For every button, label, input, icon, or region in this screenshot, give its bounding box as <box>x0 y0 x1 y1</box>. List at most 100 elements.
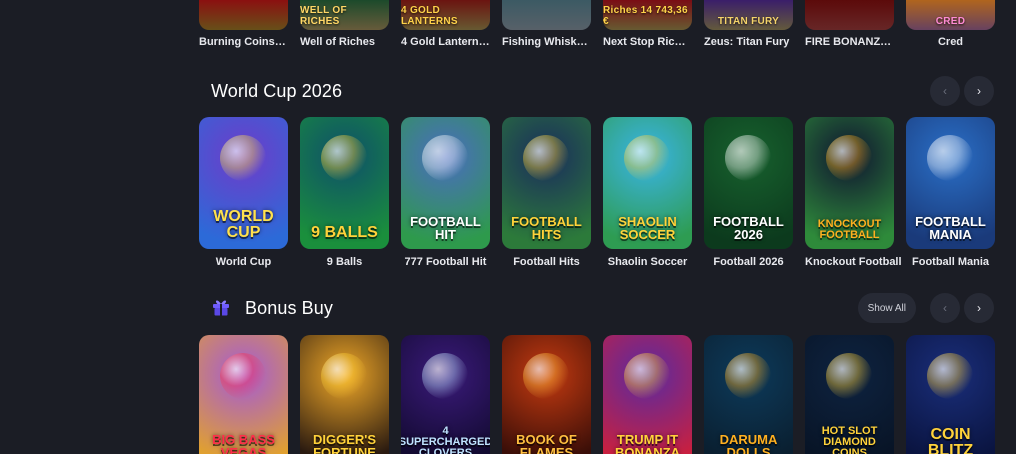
game-tile[interactable]: FOOTBALL MANIA Football Mania <box>906 117 995 268</box>
game-tile[interactable]: WORLD CUP World Cup <box>199 117 288 268</box>
game-thumbnail[interactable] <box>805 0 894 30</box>
game-tile[interactable]: CRED Cred <box>906 0 995 48</box>
game-title: World Cup <box>215 256 272 268</box>
game-art-orb <box>523 353 569 399</box>
game-title: Cred <box>937 36 964 48</box>
game-thumbnail[interactable]: WORLD CUP <box>199 117 288 249</box>
game-art-orb <box>927 135 973 181</box>
game-tile[interactable]: BOOK OF FLAMES <box>502 335 591 454</box>
game-art-orb <box>624 353 670 399</box>
game-title: Shaolin Soccer <box>607 256 688 268</box>
game-tile[interactable]: TITAN FURY Zeus: Titan Fury <box>704 0 793 48</box>
game-title: Next Stop Riche... <box>603 36 692 48</box>
game-title: 4 Gold Lanterns ... <box>401 36 490 48</box>
game-art-orb <box>220 353 266 399</box>
game-tile[interactable]: FOOTBALL 2026 Football 2026 <box>704 117 793 268</box>
game-art-text: DARUMA DOLLS <box>719 432 778 454</box>
game-thumbnail[interactable]: TITAN FURY <box>704 0 793 30</box>
game-thumbnail[interactable]: WELL OF RICHES <box>300 0 389 30</box>
game-thumbnail[interactable] <box>502 0 591 30</box>
game-tile[interactable]: DIGGER'S FORTUNE <box>300 335 389 454</box>
game-art-text: WELL OF RICHES <box>300 5 347 27</box>
game-thumbnail[interactable]: DARUMA DOLLS <box>704 335 793 454</box>
game-thumbnail[interactable]: TRUMP IT BONANZA <box>603 335 692 454</box>
game-thumbnail[interactable]: FOOTBALL HIT <box>401 117 490 249</box>
game-title: Fishing Whiskers <box>502 36 591 48</box>
game-art-orb <box>422 353 468 399</box>
game-tile[interactable]: BIG BASS VEGAS <box>199 335 288 454</box>
game-art-orb <box>523 135 569 181</box>
game-thumbnail[interactable]: CRED <box>906 0 995 30</box>
game-art-text: CRED <box>935 16 966 27</box>
game-art-text: FOOTBALL HIT <box>410 214 481 242</box>
game-thumbnail[interactable]: FOOTBALL HITS <box>502 117 591 249</box>
game-thumbnail[interactable]: 4 GOLD LANTERNS <box>401 0 490 30</box>
game-tile[interactable]: TRUMP IT BONANZA <box>603 335 692 454</box>
game-thumbnail[interactable]: FOOTBALL 2026 <box>704 117 793 249</box>
bonus-buy-section-header: Bonus Buy Show All ‹ › <box>199 293 994 323</box>
game-tile[interactable]: COIN BLITZ <box>906 335 995 454</box>
game-tile[interactable]: DARUMA DOLLS <box>704 335 793 454</box>
game-thumbnail[interactable]: DIGGER'S FORTUNE <box>300 335 389 454</box>
game-thumbnail[interactable] <box>199 0 288 30</box>
game-tile[interactable]: Fishing Whiskers <box>502 0 591 48</box>
game-art-orb <box>927 353 973 399</box>
game-thumbnail[interactable]: Riches 14 743,36 € <box>603 0 692 30</box>
game-tile[interactable]: FOOTBALL HITS Football Hits <box>502 117 591 268</box>
game-art-orb <box>826 353 872 399</box>
show-all-button[interactable]: Show All <box>857 293 916 323</box>
world-cup-carousel-controls: ‹ › <box>930 76 994 106</box>
game-tile[interactable]: FIRE BONANZA ... <box>805 0 894 48</box>
game-tile[interactable]: HOT SLOT DIAMOND COINS <box>805 335 894 454</box>
game-art-text: COIN BLITZ <box>927 426 974 454</box>
game-title: 9 Balls <box>326 256 363 268</box>
game-tile[interactable]: Riches 14 743,36 € Next Stop Riche... <box>603 0 692 48</box>
game-title: FIRE BONANZA ... <box>805 36 894 48</box>
game-title: 777 Football Hit <box>404 256 487 268</box>
game-thumbnail[interactable]: 4 SUPERCHARGED CLOVERS <box>401 335 490 454</box>
game-art-text: FOOTBALL HITS <box>511 214 582 242</box>
game-art-text: DIGGER'S FORTUNE <box>312 432 377 454</box>
game-art-text: FOOTBALL 2026 <box>713 214 784 242</box>
game-title: Football 2026 <box>713 256 784 268</box>
game-title: Football Mania <box>912 256 989 268</box>
game-title: Well of Riches <box>300 36 375 48</box>
game-tile[interactable]: SHAOLIN SOCCER Shaolin Soccer <box>603 117 692 268</box>
game-art-text: Riches 14 743,36 € <box>603 5 688 27</box>
top-games-row: Burning Coins 100 WELL OF RICHES Well of R… <box>199 0 995 48</box>
game-art-orb <box>321 135 367 181</box>
game-tile[interactable]: Burning Coins 100 <box>199 0 288 48</box>
chevron-right-icon[interactable]: › <box>964 293 994 323</box>
game-tile[interactable]: 4 GOLD LANTERNS 4 Gold Lanterns ... <box>401 0 490 48</box>
sidebar <box>0 0 190 454</box>
game-thumbnail[interactable]: 9 BALLS <box>300 117 389 249</box>
game-tile[interactable]: 9 BALLS 9 Balls <box>300 117 389 268</box>
game-tile[interactable]: KNOCKOUT FOOTBALL Knockout Football <box>805 117 902 268</box>
game-title: Football Hits <box>513 256 580 268</box>
game-thumbnail[interactable]: BIG BASS VEGAS <box>199 335 288 454</box>
game-thumbnail[interactable]: COIN BLITZ <box>906 335 995 454</box>
chevron-left-icon[interactable]: ‹ <box>930 76 960 106</box>
game-tile[interactable]: FOOTBALL HIT 777 Football Hit <box>401 117 490 268</box>
game-art-orb <box>725 135 771 181</box>
game-thumbnail[interactable]: SHAOLIN SOCCER <box>603 117 692 249</box>
section-title-bonus-buy: Bonus Buy <box>245 297 333 318</box>
game-tile[interactable]: 4 SUPERCHARGED CLOVERS <box>401 335 490 454</box>
game-thumbnail[interactable]: FOOTBALL MANIA <box>906 117 995 249</box>
game-thumbnail[interactable]: HOT SLOT DIAMOND COINS <box>805 335 894 454</box>
game-tile[interactable]: WELL OF RICHES Well of Riches <box>300 0 389 48</box>
chevron-right-icon[interactable]: › <box>964 76 994 106</box>
bonus-buy-carousel-controls: Show All ‹ › <box>857 293 994 323</box>
main-content: Burning Coins 100 WELL OF RICHES Well of R… <box>199 0 995 454</box>
game-art-text: WORLD CUP <box>213 208 274 241</box>
game-art-orb <box>826 135 872 181</box>
game-thumbnail[interactable]: BOOK OF FLAMES <box>502 335 591 454</box>
game-art-text: TITAN FURY <box>717 16 780 27</box>
game-art-text: 4 GOLD LANTERNS <box>401 5 458 27</box>
chevron-left-icon[interactable]: ‹ <box>930 293 960 323</box>
section-title-world-cup: World Cup 2026 <box>211 80 343 101</box>
gift-icon <box>211 297 233 319</box>
game-art-text: HOT SLOT DIAMOND COINS <box>821 425 878 454</box>
game-thumbnail[interactable]: KNOCKOUT FOOTBALL <box>805 117 894 249</box>
game-title: Burning Coins 100 <box>199 36 288 48</box>
